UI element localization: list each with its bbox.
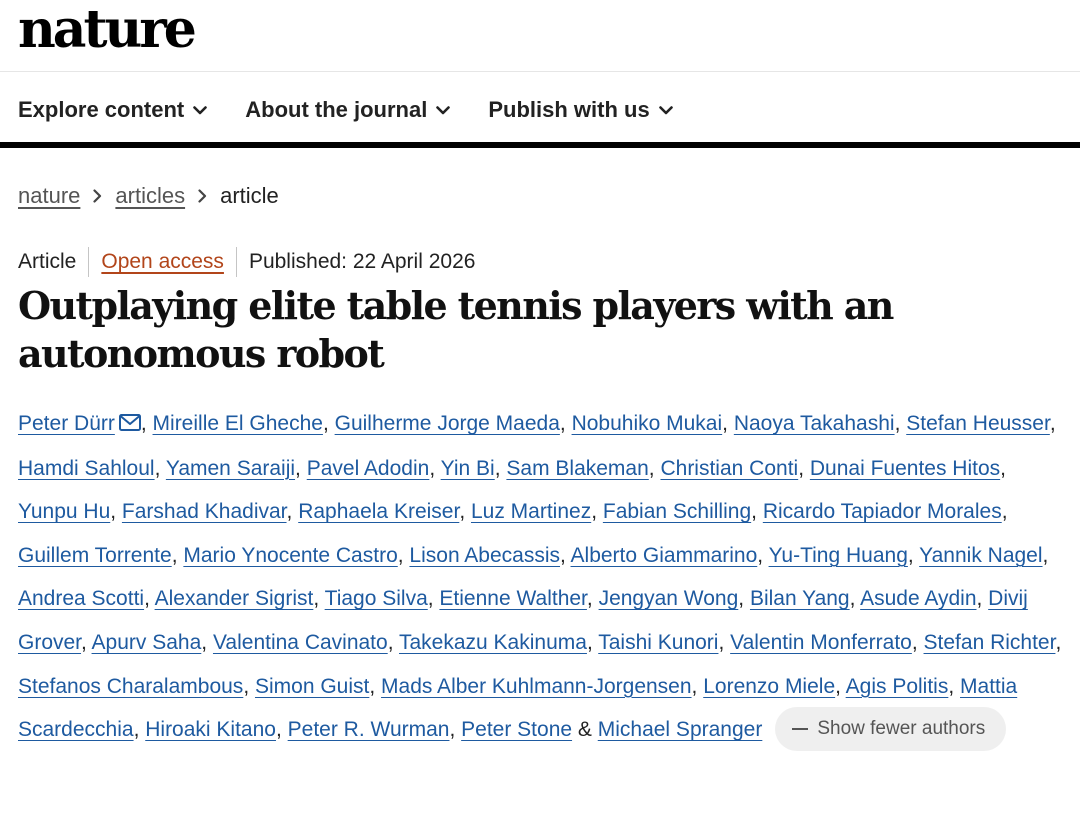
author-link[interactable]: Stefan Heusser (906, 412, 1050, 435)
article-meta: Article Open access Published: 22 April … (0, 246, 1080, 278)
show-fewer-authors-button[interactable]: Show fewer authors (775, 706, 1007, 751)
breadcrumb: nature articles article (0, 148, 1080, 248)
author-link[interactable]: Christian Conti (660, 457, 798, 480)
author-link[interactable]: Alberto Giammarino (571, 544, 758, 567)
author-link[interactable]: Valentin Monferrato (730, 631, 912, 654)
chevron-down-icon (658, 105, 673, 114)
nav-explore-content[interactable]: Explore content (18, 97, 208, 123)
author-link[interactable]: Yunpu Hu (18, 500, 110, 523)
author-link[interactable]: Taishi Kunori (598, 631, 718, 654)
open-access-link[interactable]: Open access (101, 250, 224, 274)
author-link[interactable]: Andrea Scotti (18, 587, 144, 610)
nav-item-label: About the journal (245, 97, 428, 122)
author-link[interactable]: Guilherme Jorge Maeda (335, 412, 560, 435)
author-link[interactable]: Takekazu Kakinuma (399, 631, 587, 654)
author-link[interactable]: Stefanos Charalambous (18, 675, 243, 698)
author-link[interactable]: Pavel Adodin (307, 457, 430, 480)
author-link[interactable]: Alexander Sigrist (155, 587, 314, 610)
author-link[interactable]: Apurv Saha (92, 631, 202, 654)
nav-item-label: Explore content (18, 97, 185, 122)
author-link[interactable]: Tiago Silva (325, 587, 428, 610)
author-link[interactable]: Raphaela Kreiser (298, 500, 459, 523)
chevron-down-icon (436, 105, 451, 114)
author-link[interactable]: Michael Spranger (598, 718, 763, 741)
author-link[interactable]: Etienne Walther (439, 587, 586, 610)
article-title: Outplaying elite table tennis players wi… (18, 283, 894, 376)
author-link[interactable]: Simon Guist (255, 675, 369, 698)
author-link[interactable]: Naoya Takahashi (734, 412, 895, 435)
author-link[interactable]: Jengyan Wong (599, 587, 739, 610)
author-link[interactable]: Asude Aydin (860, 587, 976, 610)
author-link[interactable]: Peter Stone (461, 718, 572, 741)
nature-logo[interactable]: nature (18, 3, 197, 56)
author-list: Peter Dürr, Mireille El Gheche, Guilherm… (18, 402, 1068, 753)
nav-publish-with-us[interactable]: Publish with us (488, 97, 673, 123)
author-link[interactable]: Yamen Saraiji (166, 457, 295, 480)
author-link[interactable]: Lorenzo Miele (703, 675, 835, 698)
divider (235, 247, 237, 277)
article-type: Article (18, 250, 77, 273)
author-link[interactable]: Bilan Yang (750, 587, 850, 610)
author-link[interactable]: Mario Ynocente Castro (183, 544, 397, 567)
minus-icon (792, 727, 809, 730)
nav-item-label: Publish with us (488, 97, 650, 122)
author-link[interactable]: Hiroaki Kitano (145, 718, 276, 741)
author-link[interactable]: Peter R. Wurman (288, 718, 450, 741)
published-date: Published: 22 April 2026 (248, 250, 476, 273)
author-link[interactable]: Mads Alber Kuhlmann-Jorgensen (381, 675, 692, 698)
chevron-down-icon (193, 105, 208, 114)
breadcrumb-nature[interactable]: nature (18, 183, 80, 209)
nav-about-journal[interactable]: About the journal (245, 97, 451, 123)
breadcrumb-current: article (220, 183, 279, 208)
author-link[interactable]: Agis Politis (846, 675, 949, 698)
author-link[interactable]: Dunai Fuentes Hitos (810, 457, 1000, 480)
author-link[interactable]: Farshad Khadivar (122, 500, 287, 523)
main-nav: Explore content About the journal Publis… (0, 72, 1080, 148)
author-link[interactable]: Peter Dürr (18, 412, 115, 435)
breadcrumb-articles[interactable]: articles (115, 183, 185, 209)
author-link[interactable]: Stefan Richter (924, 631, 1056, 654)
mail-icon[interactable] (118, 403, 141, 447)
show-fewer-label: Show fewer authors (817, 717, 986, 739)
author-link[interactable]: Fabian Schilling (603, 500, 751, 523)
chevron-right-icon (198, 189, 207, 203)
author-link[interactable]: Nobuhiko Mukai (572, 412, 723, 435)
author-link[interactable]: Valentina Cavinato (213, 631, 388, 654)
author-link[interactable]: Ricardo Tapiador Morales (763, 500, 1002, 523)
masthead: nature (0, 0, 1080, 72)
author-link[interactable]: Mireille El Gheche (153, 412, 323, 435)
author-link[interactable]: Guillem Torrente (18, 544, 172, 567)
author-link[interactable]: Yin Bi (441, 457, 495, 480)
author-link[interactable]: Yannik Nagel (919, 544, 1042, 567)
divider (88, 247, 90, 277)
chevron-right-icon (93, 189, 102, 203)
author-link[interactable]: Yu-Ting Huang (769, 544, 908, 567)
author-link[interactable]: Luz Martinez (471, 500, 591, 523)
author-link[interactable]: Lison Abecassis (409, 544, 560, 567)
author-link[interactable]: Hamdi Sahloul (18, 457, 155, 480)
author-link[interactable]: Sam Blakeman (506, 457, 648, 480)
